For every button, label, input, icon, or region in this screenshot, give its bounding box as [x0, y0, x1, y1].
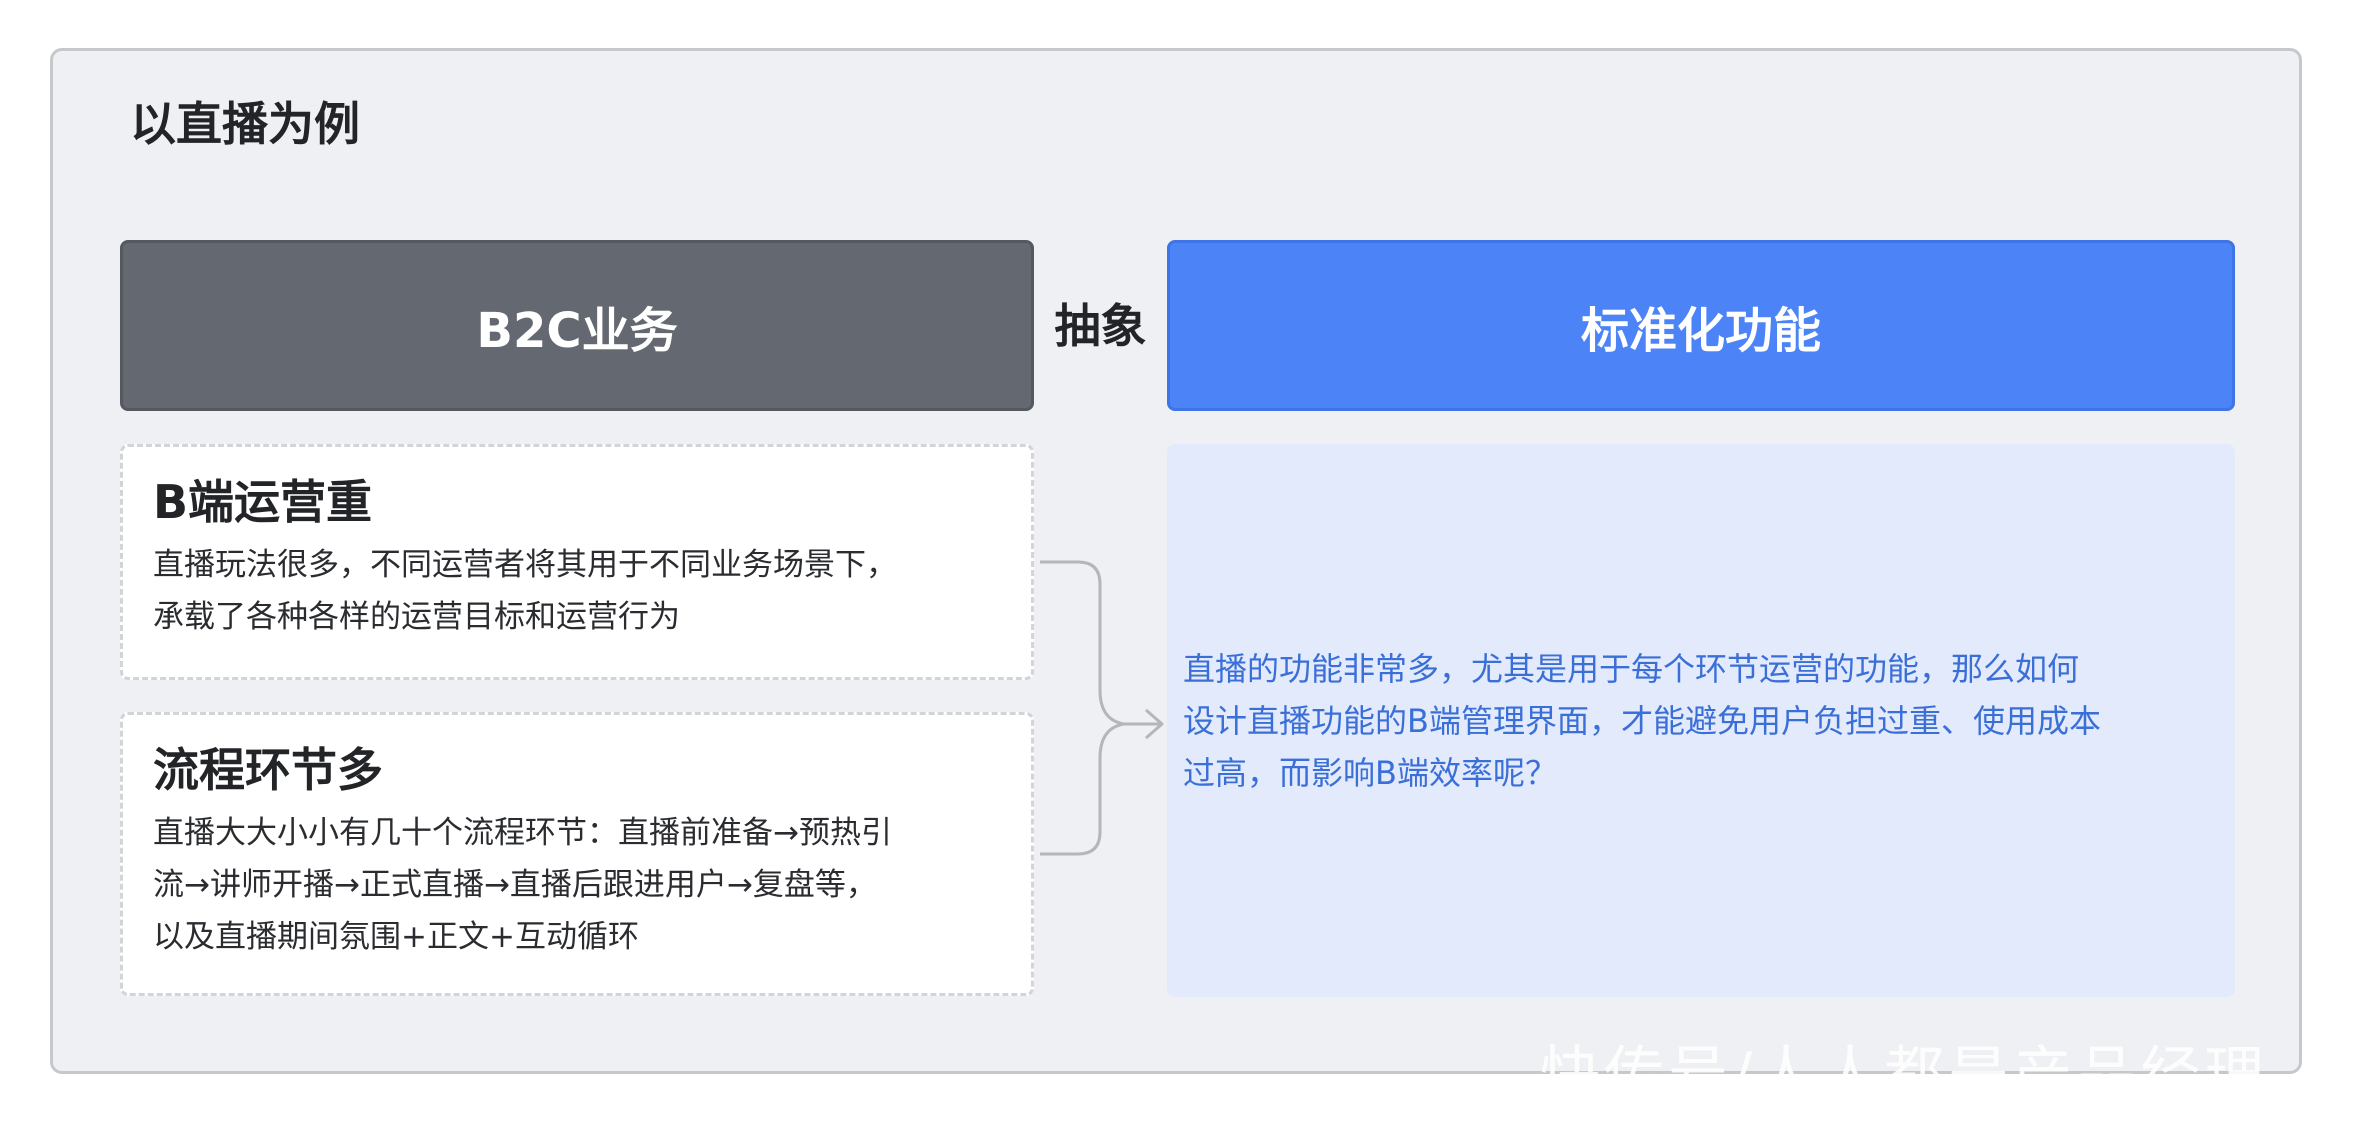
result-line: 设计直播功能的B端管理界面，才能避免用户负担过重、使用成本 — [1183, 701, 2101, 740]
diagram-title: 以直播为例 — [130, 97, 360, 151]
standardized-function-header: 标准化功能 — [1167, 240, 2235, 411]
bracket-top-curve — [1040, 560, 1125, 726]
card-body: 直播大大小小有几十个流程环节：直播前准备→预热引 流→讲师开播→正式直播→直播后… — [153, 807, 1003, 963]
result-line: 过高，而影响B端效率呢？ — [1183, 753, 1557, 792]
result-panel: 直播的功能非常多，尤其是用于每个环节运营的功能，那么如何 设计直播功能的B端管理… — [1167, 444, 2235, 997]
b2c-business-label: B2C业务 — [476, 302, 678, 359]
result-text: 直播的功能非常多，尤其是用于每个环节运营的功能，那么如何 设计直播功能的B端管理… — [1183, 643, 2101, 799]
card-body-line: 以及直播期间氛围+正文+互动循环 — [153, 919, 639, 955]
b2c-business-header: B2C业务 — [120, 240, 1034, 411]
standardized-function-label: 标准化功能 — [1580, 302, 1821, 359]
card-title: 流程环节多 — [153, 743, 383, 797]
card-body-line: 流→讲师开播→正式直播→直播后跟进用户→复盘等， — [153, 867, 877, 903]
card-body-line: 直播大大小小有几十个流程环节：直播前准备→预热引 — [153, 815, 892, 851]
watermark: 快传号/人人都是产品经理 — [1540, 1040, 2269, 1110]
result-line: 直播的功能非常多，尤其是用于每个环节运营的功能，那么如何 — [1183, 649, 2080, 688]
card-body: 直播玩法很多，不同运营者将其用于不同业务场景下， 承载了各种各样的运营目标和运营… — [153, 539, 1003, 643]
card-body-line: 承载了各种各样的运营目标和运营行为 — [153, 599, 680, 635]
card-heavy-b-operations: B端运营重 直播玩法很多，不同运营者将其用于不同业务场景下， 承载了各种各样的运… — [120, 444, 1034, 680]
card-title: B端运营重 — [153, 475, 373, 529]
abstract-label: 抽象 — [1054, 299, 1147, 353]
bracket-arrow-connector — [1040, 560, 1164, 856]
card-body-line: 直播玩法很多，不同运营者将其用于不同业务场景下， — [153, 547, 897, 583]
bracket-bottom-curve — [1040, 722, 1125, 856]
card-many-process-steps: 流程环节多 直播大大小小有几十个流程环节：直播前准备→预热引 流→讲师开播→正式… — [120, 712, 1034, 996]
